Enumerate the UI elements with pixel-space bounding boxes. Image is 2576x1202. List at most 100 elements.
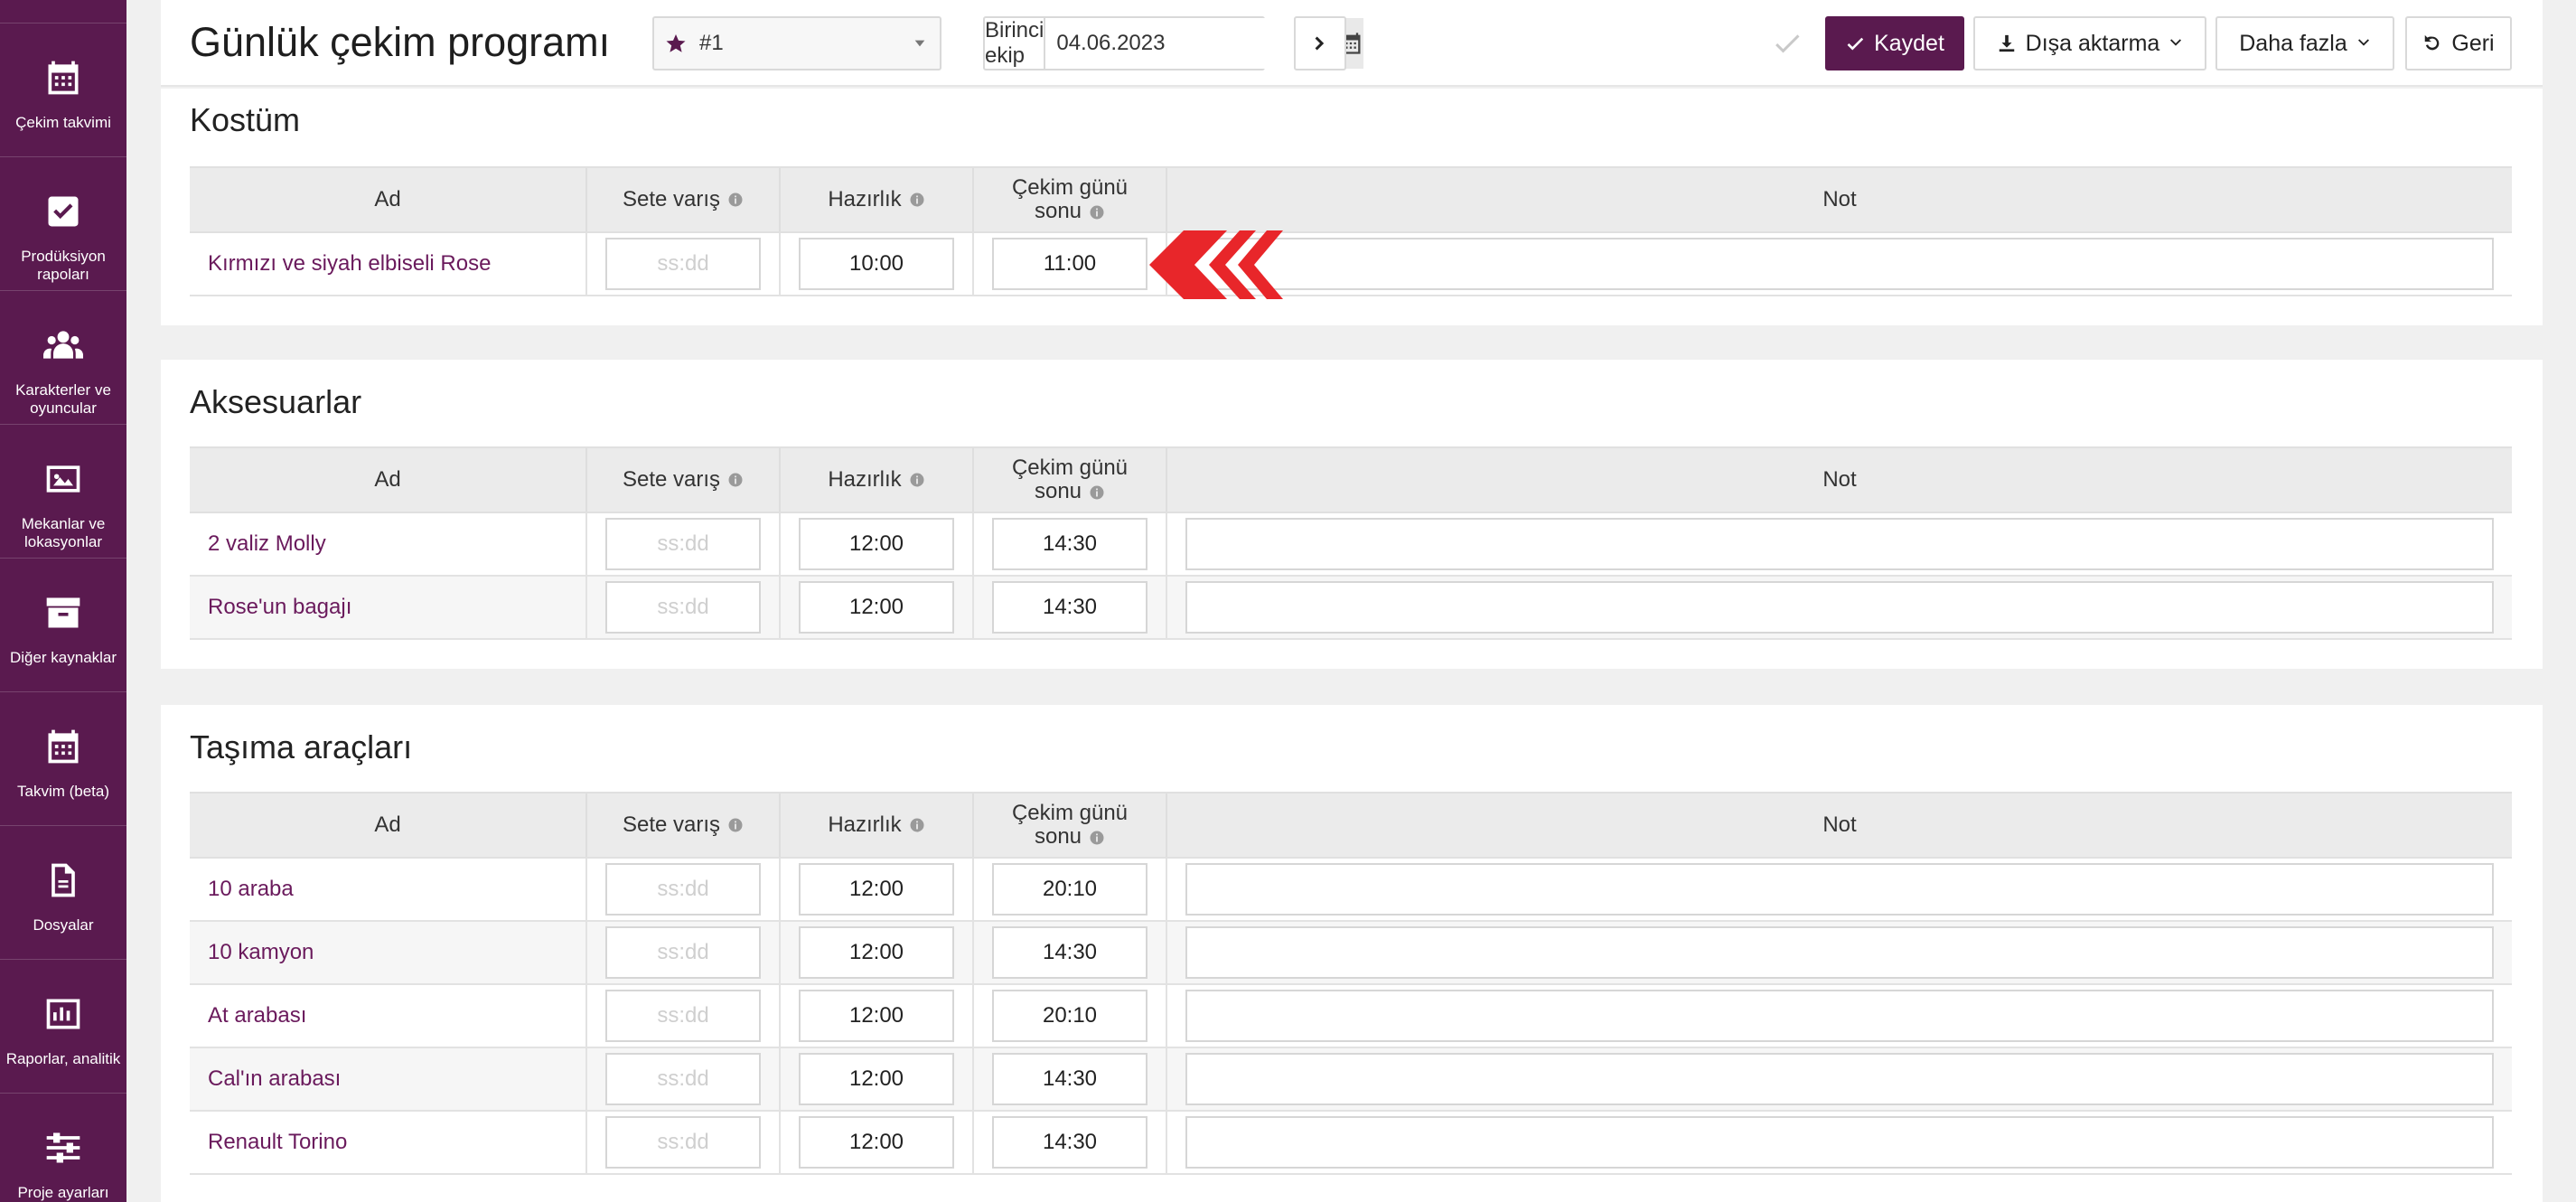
- info-icon[interactable]: [1089, 484, 1105, 501]
- prep-time-input[interactable]: [799, 926, 954, 979]
- calendar-icon: [48, 729, 79, 764]
- info-icon[interactable]: [1089, 204, 1105, 221]
- sidebar-item-label: Takvim (beta): [16, 783, 110, 800]
- item-name-link[interactable]: 10 kamyon: [190, 922, 587, 983]
- arrival-time-input[interactable]: [605, 926, 761, 979]
- note-input[interactable]: [1185, 926, 2494, 979]
- arrival-time-input[interactable]: [605, 518, 761, 570]
- item-name-link[interactable]: Rose'un bagajı: [190, 577, 587, 638]
- arrival-time-input[interactable]: [605, 581, 761, 634]
- end-time-input[interactable]: [992, 1053, 1147, 1105]
- section-vehicles: Taşıma araçları Ad Sete varış Hazırlık Ç…: [161, 705, 2543, 1202]
- calendar-icon: [48, 61, 79, 95]
- note-input[interactable]: [1185, 518, 2494, 570]
- arrival-time-input[interactable]: [605, 1053, 761, 1105]
- col-arrival: Sete varış: [587, 168, 781, 231]
- end-time-input[interactable]: [992, 238, 1147, 290]
- end-time-input[interactable]: [992, 926, 1147, 979]
- sidebar-item-characters[interactable]: Karakterler ve oyuncular: [0, 291, 126, 425]
- saved-check-icon: [1775, 34, 1800, 53]
- section-title: Aksesuarlar: [190, 383, 362, 420]
- save-button-label: Kaydet: [1874, 30, 1944, 56]
- info-icon[interactable]: [909, 817, 925, 833]
- info-icon[interactable]: [909, 472, 925, 488]
- info-icon[interactable]: [727, 817, 744, 833]
- note-input[interactable]: [1185, 863, 2494, 916]
- note-input[interactable]: [1185, 581, 2494, 634]
- undo-icon: [2425, 34, 2440, 51]
- sidebar-item-label: Karakterler ve oyuncular: [15, 381, 111, 417]
- col-arrival: Sete varış: [587, 448, 781, 512]
- arrival-time-input[interactable]: [605, 990, 761, 1042]
- info-icon[interactable]: [1089, 830, 1105, 846]
- col-note: Not: [1822, 467, 1857, 492]
- note-input[interactable]: [1185, 238, 2494, 290]
- prep-time-input[interactable]: [799, 518, 954, 570]
- props-table: Ad Sete varış Hazırlık Çekim günü sonu No…: [190, 446, 2512, 640]
- arrival-time-input[interactable]: [605, 238, 761, 290]
- info-icon[interactable]: [727, 192, 744, 208]
- export-button[interactable]: Dışa aktarma: [1973, 16, 2206, 70]
- section-title: Kostüm: [190, 101, 301, 138]
- file-icon: [52, 863, 75, 897]
- item-name-link[interactable]: Cal'ın arabası: [190, 1048, 587, 1110]
- sidebar-item-calendar-beta[interactable]: Takvim (beta): [0, 692, 126, 826]
- section-title: Taşıma araçları: [190, 728, 413, 765]
- sidebar-item-label: Çekim takvimi: [15, 114, 111, 131]
- sidebar-item-production-reports[interactable]: Prodüksiyon rapoları: [0, 157, 126, 291]
- back-button[interactable]: Geri: [2405, 16, 2512, 70]
- sidebar-item-label: Raporlar, analitik: [5, 1050, 121, 1067]
- arrival-time-input[interactable]: [605, 1116, 761, 1169]
- sidebar-item-shooting-schedule[interactable]: Çekim takvimi: [0, 23, 126, 157]
- col-name: Ad: [190, 448, 587, 512]
- sidebar-item-other-resources[interactable]: Diğer kaynaklar: [0, 559, 126, 692]
- check-square-icon: [48, 196, 79, 227]
- save-button[interactable]: Kaydet: [1825, 16, 1964, 70]
- info-icon[interactable]: [727, 472, 744, 488]
- next-day-button[interactable]: [1294, 16, 1346, 70]
- col-prep: Hazırlık: [781, 794, 974, 857]
- item-name-link[interactable]: At arabası: [190, 985, 587, 1047]
- table-row: Cal'ın arabası: [190, 1048, 2512, 1112]
- table-header: Ad Sete varış Hazırlık Çekim günü sonu No…: [190, 166, 2512, 233]
- item-name-link[interactable]: 10 araba: [190, 859, 587, 920]
- table-row: At arabası: [190, 985, 2512, 1048]
- item-name-link[interactable]: Renault Torino: [190, 1112, 587, 1173]
- note-input[interactable]: [1185, 1053, 2494, 1105]
- item-name-link[interactable]: Kırmızı ve siyah elbiseli Rose: [190, 233, 587, 295]
- sidebar-item-locations[interactable]: Mekanlar ve lokasyonlar: [0, 425, 126, 559]
- prep-time-input[interactable]: [799, 1116, 954, 1169]
- end-time-input[interactable]: [992, 581, 1147, 634]
- end-time-input[interactable]: [992, 990, 1147, 1042]
- prep-time-input[interactable]: [799, 1053, 954, 1105]
- col-name: Ad: [190, 794, 587, 857]
- end-time-input[interactable]: [992, 863, 1147, 916]
- note-input[interactable]: [1185, 1116, 2494, 1169]
- shooting-day-select[interactable]: #1: [652, 16, 941, 70]
- sidebar-item-label: Prodüksiyon rapoları: [21, 248, 106, 283]
- table-header: Ad Sete varış Hazırlık Çekim günü sonu No…: [190, 446, 2512, 513]
- costume-table: Ad Sete varış Hazırlık Çekim günü sonu No…: [190, 166, 2512, 296]
- arrival-time-input[interactable]: [605, 863, 761, 916]
- download-icon: [1999, 34, 2014, 52]
- note-input[interactable]: [1185, 990, 2494, 1042]
- sidebar-item-reports[interactable]: Raporlar, analitik: [0, 960, 126, 1094]
- prep-time-input[interactable]: [799, 863, 954, 916]
- check-icon: [1847, 37, 1864, 51]
- sidebar-item-files[interactable]: Dosyalar: [0, 826, 126, 960]
- info-icon[interactable]: [909, 192, 925, 208]
- item-name-link[interactable]: 2 valiz Molly: [190, 513, 587, 575]
- crew-label[interactable]: Birinci ekip: [985, 18, 1046, 69]
- export-button-label: Dışa aktarma: [2025, 30, 2160, 56]
- col-prep: Hazırlık: [781, 168, 974, 231]
- end-time-input[interactable]: [992, 518, 1147, 570]
- chevron-down-icon: [2170, 39, 2182, 46]
- prep-time-input[interactable]: [799, 581, 954, 634]
- end-time-input[interactable]: [992, 1116, 1147, 1169]
- col-end-of-day: Çekim günü sonu: [974, 794, 1167, 857]
- crew-date-group: Birinci ekip: [983, 16, 1364, 70]
- more-button[interactable]: Daha fazla: [2215, 16, 2394, 70]
- sidebar-item-project-settings[interactable]: Proje ayarları: [0, 1094, 126, 1202]
- prep-time-input[interactable]: [799, 990, 954, 1042]
- prep-time-input[interactable]: [799, 238, 954, 290]
